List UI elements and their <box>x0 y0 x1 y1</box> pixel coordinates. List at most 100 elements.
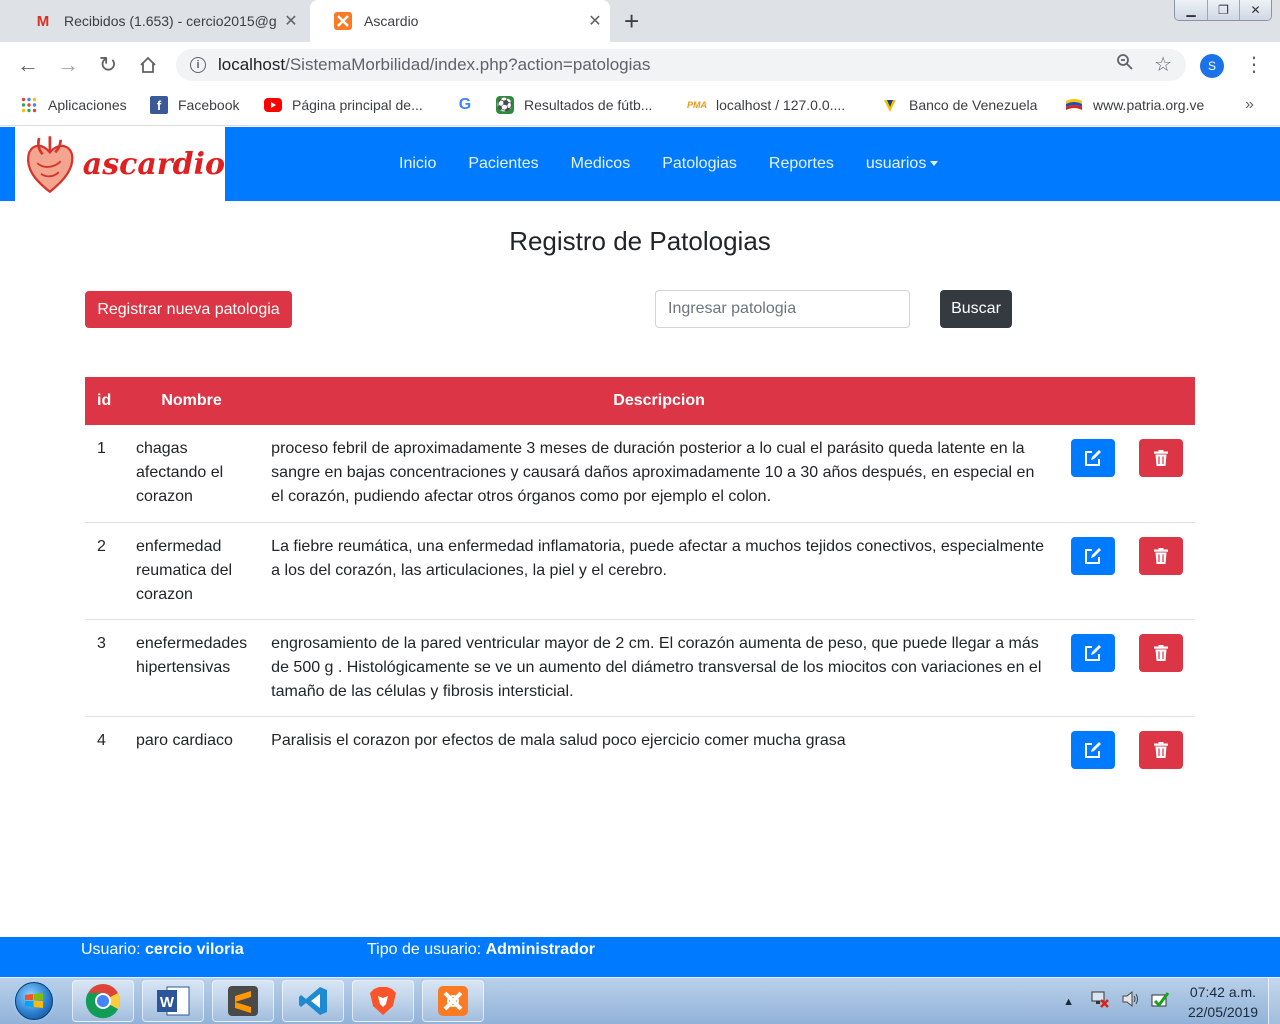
forward-icon[interactable]: → <box>54 51 82 79</box>
trash-icon <box>1153 644 1168 661</box>
zoom-icon[interactable] <box>1116 53 1134 77</box>
minimize-icon[interactable]: ▁ <box>1175 0 1207 20</box>
tab-title: Ascardio <box>364 13 419 29</box>
heart-logo-icon <box>27 136 74 194</box>
cell-name: paro cardiaco <box>123 715 260 781</box>
table-row: 3 enefermedades hipertensivas engrosamie… <box>85 618 1195 716</box>
restore-icon[interactable]: ❐ <box>1207 0 1239 20</box>
nav-patologias[interactable]: Patologias <box>646 155 753 173</box>
table-row: 1 chagas afectando el corazon proceso fe… <box>85 425 1195 522</box>
action-center-icon[interactable] <box>1150 989 1170 1014</box>
footer-user-label: Usuario: <box>81 941 141 958</box>
delete-button[interactable] <box>1138 439 1183 477</box>
footer-type-label: Tipo de usuario: <box>367 941 482 958</box>
taskbar-sublime[interactable] <box>212 980 274 1022</box>
url-path: /SistemaMorbilidad/index.php?action=pato… <box>285 55 651 74</box>
facebook-icon: f <box>150 96 168 114</box>
cell-edit <box>1058 521 1127 619</box>
show-hidden-icons-icon[interactable]: ▲ <box>1063 996 1074 1008</box>
system-tray: ▲ 07:42 a.m. 22/05/2019 <box>1063 978 1280 1024</box>
chrome-icon <box>85 984 120 1019</box>
edit-button[interactable] <box>1070 536 1115 575</box>
bookmark-star-icon[interactable]: ☆ <box>1154 52 1172 77</box>
delete-button[interactable] <box>1138 633 1183 672</box>
tab-title: Recibidos (1.653) - cercio2015@g <box>64 13 276 29</box>
cell-description: proceso febril de aproximadamente 3 mese… <box>271 440 1035 505</box>
soccer-icon: ⚽ <box>496 96 514 114</box>
delete-button[interactable] <box>1138 536 1183 575</box>
main-nav: Inicio Pacientes Medicos Patologias Repo… <box>383 127 954 201</box>
table-header-row: id Nombre Descripcion <box>85 377 1195 425</box>
table-row: 4 paro cardiaco Paralisis el corazon por… <box>85 715 1195 781</box>
reload-icon[interactable]: ↻ <box>94 51 122 79</box>
bookmark-apps[interactable]: Aplicaciones <box>20 96 127 114</box>
edit-button[interactable] <box>1070 730 1115 769</box>
register-pathology-button[interactable]: Registrar nueva patologia <box>85 291 292 328</box>
edit-button[interactable] <box>1070 633 1115 672</box>
show-desktop-button[interactable] <box>1268 978 1280 1024</box>
taskbar-xampp[interactable] <box>422 980 484 1022</box>
new-tab-icon[interactable]: + <box>624 6 639 36</box>
profile-avatar[interactable]: S <box>1200 54 1224 78</box>
edit-icon <box>1084 450 1101 466</box>
taskbar-vscode[interactable] <box>282 980 344 1022</box>
nav-inicio[interactable]: Inicio <box>383 155 452 173</box>
google-icon: G <box>458 96 472 113</box>
brand-logo[interactable]: ascardio <box>15 127 225 201</box>
home-icon[interactable] <box>134 51 162 79</box>
network-icon[interactable] <box>1090 989 1110 1014</box>
windows-logo-icon <box>15 982 53 1020</box>
close-icon[interactable]: ✕ <box>580 11 610 31</box>
cell-id: 2 <box>85 521 124 619</box>
footer-user: Usuario: cercio viloria <box>81 941 244 959</box>
bookmarks-overflow-icon[interactable]: » <box>1245 96 1254 114</box>
bookmark-youtube[interactable]: Página principal de... <box>264 96 423 114</box>
cell-edit <box>1058 715 1127 781</box>
footer-type-value: Administrador <box>485 941 595 958</box>
tab-ascardio[interactable]: Ascardio ✕ <box>310 0 610 42</box>
cell-id: 1 <box>97 440 106 457</box>
search-input[interactable] <box>655 290 910 328</box>
taskbar-chrome[interactable] <box>72 980 134 1022</box>
more-menu-icon[interactable]: ⋮ <box>1244 52 1264 77</box>
start-button[interactable] <box>4 980 64 1022</box>
taskbar-brave[interactable] <box>352 980 414 1022</box>
browser-toolbar: ← → ↻ i localhost/SistemaMorbilidad/inde… <box>0 42 1280 88</box>
close-icon[interactable]: ✕ <box>276 11 306 31</box>
nav-usuarios-dropdown[interactable]: usuarios <box>850 155 954 173</box>
close-window-icon[interactable]: ✕ <box>1239 0 1271 20</box>
nav-medicos[interactable]: Medicos <box>555 155 647 173</box>
bookmark-label: Resultados de fútb... <box>524 97 653 113</box>
nav-pacientes[interactable]: Pacientes <box>452 155 554 173</box>
taskbar-word[interactable]: W <box>142 980 204 1022</box>
cell-edit <box>1059 425 1127 522</box>
cell-edit <box>1058 618 1127 716</box>
tab-gmail[interactable]: M Recibidos (1.653) - cercio2015@g ✕ <box>10 0 306 42</box>
bookmark-patria[interactable]: www.patria.org.ve <box>1065 96 1204 114</box>
bookmark-banco[interactable]: Banco de Venezuela <box>881 96 1037 114</box>
phpmyadmin-icon: PMA <box>687 100 707 110</box>
search-button[interactable]: Buscar <box>940 290 1012 328</box>
table-row: 2 enfermedad reumatica del corazon La fi… <box>85 521 1195 619</box>
bookmark-google[interactable]: G <box>456 96 484 114</box>
back-icon[interactable]: ← <box>14 51 42 79</box>
edit-button[interactable] <box>1070 439 1115 477</box>
cell-delete <box>1127 425 1195 522</box>
bookmark-label: Banco de Venezuela <box>909 97 1038 113</box>
bookmark-localhost[interactable]: PMA localhost / 127.0.0.... <box>687 96 845 114</box>
volume-icon[interactable] <box>1120 989 1140 1014</box>
trash-icon <box>1153 547 1168 564</box>
nav-reportes[interactable]: Reportes <box>753 155 850 173</box>
cell-description: La fiebre reumática, una enfermedad infl… <box>259 521 1059 619</box>
clock[interactable]: 07:42 a.m. 22/05/2019 <box>1178 982 1268 1022</box>
delete-button[interactable] <box>1138 730 1183 769</box>
info-icon[interactable]: i <box>190 57 206 73</box>
bookmark-resultados[interactable]: ⚽ Resultados de fútb... <box>496 96 652 114</box>
bookmark-facebook[interactable]: f Facebook <box>150 96 239 114</box>
cell-delete <box>1126 618 1195 716</box>
url-host: localhost <box>218 55 286 74</box>
page-title: Registro de Patologias <box>509 226 771 256</box>
address-bar[interactable]: i localhost/SistemaMorbilidad/index.php?… <box>176 49 1186 81</box>
xampp-icon <box>334 12 352 30</box>
column-header-delete <box>1127 377 1195 425</box>
